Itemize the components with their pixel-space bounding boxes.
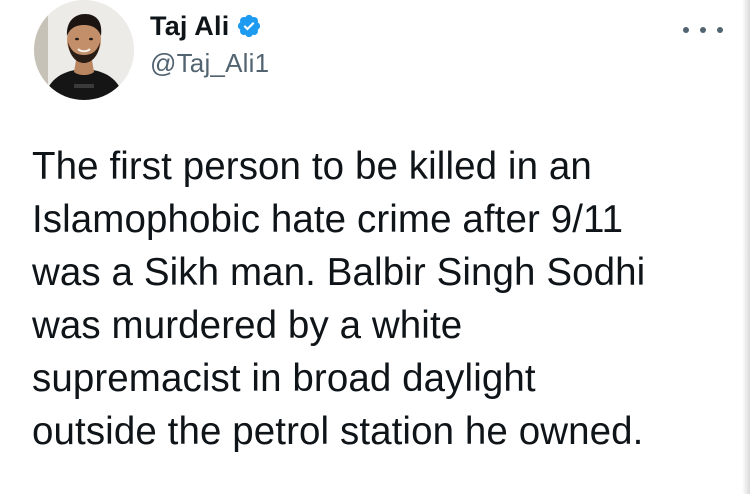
avatar[interactable] bbox=[34, 0, 134, 100]
profile-photo-icon bbox=[34, 0, 134, 100]
more-options-icon-dot bbox=[700, 27, 706, 33]
more-options-button[interactable] bbox=[683, 20, 723, 40]
user-handle[interactable]: @Taj_Ali1 bbox=[150, 48, 269, 79]
tweet-text: The first person to be killed in an Isla… bbox=[32, 145, 646, 453]
more-options-icon bbox=[683, 27, 689, 33]
author-info: Taj Ali @Taj_Ali1 bbox=[150, 8, 269, 79]
tweet-card: Taj Ali @Taj_Ali1 The first person to be… bbox=[0, 0, 750, 494]
display-name[interactable]: Taj Ali bbox=[150, 11, 229, 42]
more-options-icon-dot bbox=[717, 27, 723, 33]
scroll-edge bbox=[742, 0, 750, 494]
author-name-row: Taj Ali bbox=[150, 8, 269, 44]
verified-badge-icon bbox=[236, 13, 262, 39]
